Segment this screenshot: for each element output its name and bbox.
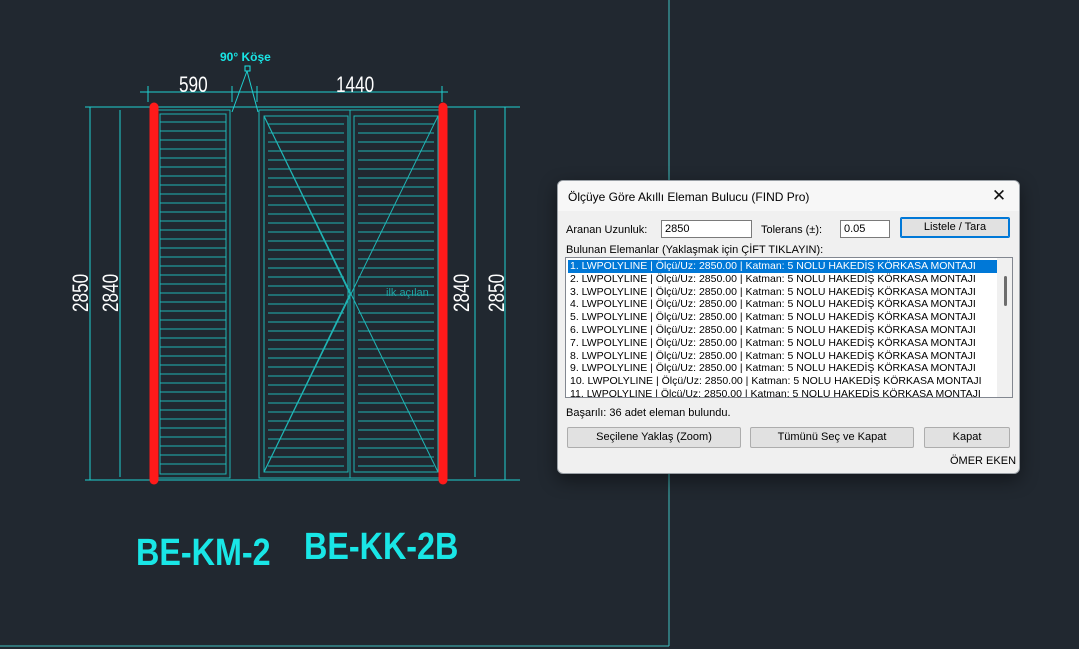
dim-outer-height-right: 2850 [484, 273, 509, 312]
result-row[interactable]: 10. LWPOLYLINE | Ölçü/Uz: 2850.00 | Katm… [568, 375, 982, 388]
result-row[interactable]: 1. LWPOLYLINE | Ölçü/Uz: 2850.00 | Katma… [568, 260, 998, 273]
dialog-title: Ölçüye Göre Akıllı Eleman Bulucu (FIND P… [568, 190, 810, 204]
tolerance-input[interactable]: 0.05 [840, 220, 890, 238]
result-row[interactable]: 2. LWPOLYLINE | Ölçü/Uz: 2850.00 | Katma… [568, 273, 976, 286]
search-length-label: Aranan Uzunluk: [566, 224, 648, 236]
find-pro-dialog: Ölçüye Göre Akıllı Eleman Bulucu (FIND P… [557, 180, 1020, 474]
result-row[interactable]: 9. LWPOLYLINE | Ölçü/Uz: 2850.00 | Katma… [568, 362, 976, 375]
corner-label: 90° Köşe [220, 50, 271, 64]
select-all-close-button[interactable]: Tümünü Seç ve Kapat [750, 427, 914, 448]
result-row[interactable]: 5. LWPOLYLINE | Ölçü/Uz: 2850.00 | Katma… [568, 311, 976, 324]
close-icon[interactable]: ✕ [987, 185, 1011, 207]
result-row[interactable]: 7. LWPOLYLINE | Ölçü/Uz: 2850.00 | Katma… [568, 337, 976, 350]
dim-outer-height-left: 2850 [68, 273, 93, 312]
list-scan-button[interactable]: Listele / Tara [900, 217, 1010, 238]
result-row[interactable]: 4. LWPOLYLINE | Ölçü/Uz: 2850.00 | Katma… [568, 298, 976, 311]
results-scrollbar[interactable] [997, 258, 1012, 397]
zoom-to-selected-button[interactable]: Seçilene Yaklaş (Zoom) [567, 427, 741, 448]
scrollbar-thumb[interactable] [1004, 276, 1007, 306]
opening-note: ilk açılan [386, 287, 429, 299]
search-length-input[interactable]: 2850 [661, 220, 752, 238]
results-listbox[interactable]: 1. LWPOLYLINE | Ölçü/Uz: 2850.00 | Katma… [565, 257, 1013, 398]
found-items-label: Bulunan Elemanlar (Yaklaşmak için ÇİFT T… [566, 244, 824, 256]
dim-inner-height-left: 2840 [98, 273, 123, 312]
label-be-kk-2b: BE-KK-2B [304, 526, 459, 568]
result-row[interactable]: 11. LWPOLYLINE | Ölçü/Uz: 2850.00 | Katm… [568, 388, 981, 397]
author-label: ÖMER EKEN [950, 455, 1017, 467]
dialog-titlebar[interactable]: Ölçüye Göre Akıllı Eleman Bulucu (FIND P… [558, 181, 1019, 211]
dim-left-width: 590 [179, 72, 208, 97]
result-row[interactable]: 3. LWPOLYLINE | Ölçü/Uz: 2850.00 | Katma… [568, 286, 976, 299]
dim-right-width: 1440 [336, 72, 375, 97]
label-be-km-2: BE-KM-2 [136, 532, 271, 574]
status-text: Başarılı: 36 adet eleman bulundu. [566, 407, 731, 419]
result-row[interactable]: 8. LWPOLYLINE | Ölçü/Uz: 2850.00 | Katma… [568, 350, 976, 363]
dim-inner-height-right: 2840 [449, 273, 474, 312]
result-row[interactable]: 6. LWPOLYLINE | Ölçü/Uz: 2850.00 | Katma… [568, 324, 976, 337]
close-button[interactable]: Kapat [924, 427, 1010, 448]
tolerance-label: Tolerans (±): [761, 224, 823, 236]
